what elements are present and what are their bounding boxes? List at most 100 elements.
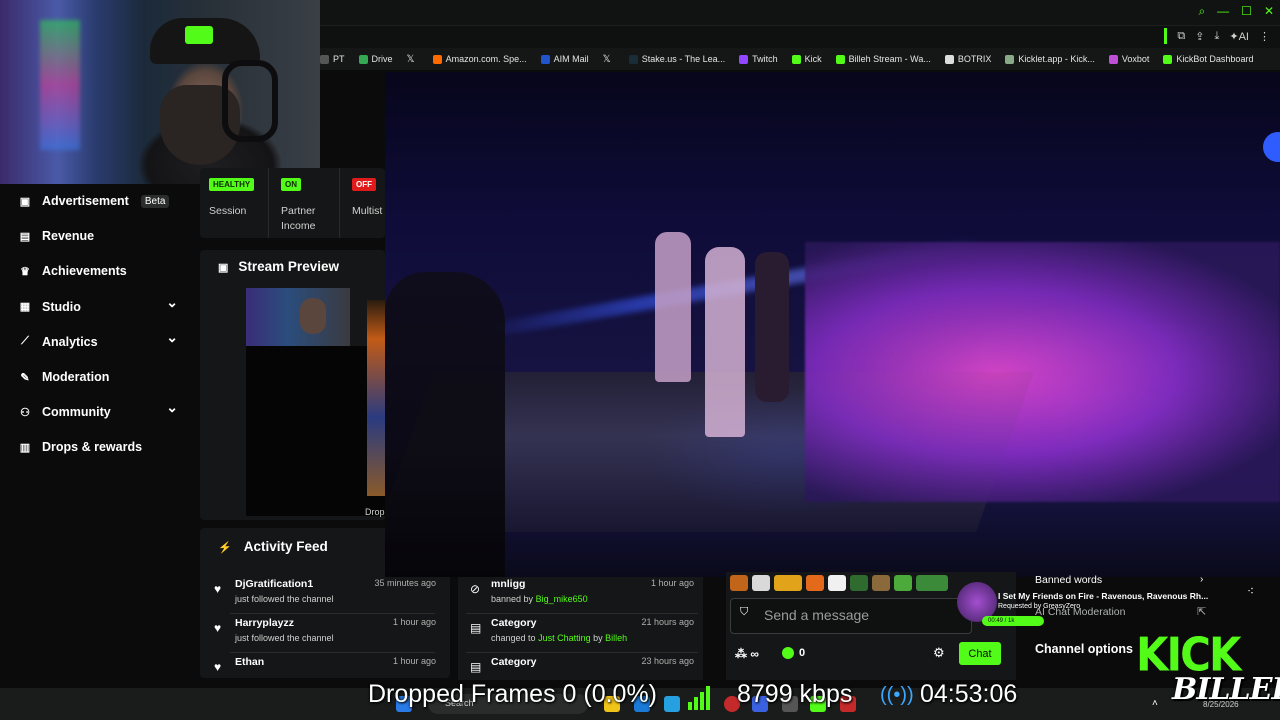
chevron-down-icon[interactable]: ⌄ [166, 294, 178, 311]
close-icon[interactable]: ✕ [1264, 4, 1274, 19]
webcam-cap-logo [185, 26, 213, 44]
activity-feed-header: ⚡ Activity Feed [218, 539, 328, 554]
feed-divider [230, 613, 435, 614]
bookmark-favicon-icon [1163, 54, 1173, 64]
gear-icon[interactable]: ⚙ [933, 645, 945, 661]
emote[interactable] [828, 575, 846, 591]
mod-prefix: banned by [491, 594, 534, 604]
emote[interactable] [774, 575, 802, 591]
signal-bar [706, 686, 710, 710]
bookmark-item[interactable]: Amazon.com. Spe... [432, 54, 527, 64]
banned-words-link[interactable]: Banned words [1035, 574, 1102, 586]
bookmark-label: KickBot Dashboard [1176, 54, 1254, 64]
bookmark-favicon-icon [944, 54, 954, 64]
emote[interactable] [872, 575, 890, 591]
emote-bar [730, 575, 975, 593]
bookmark-item[interactable]: Kick [791, 54, 822, 64]
window-controls: ⌕ — ☐ ✕ [1198, 4, 1274, 19]
menu-icon[interactable]: ⋮ [1259, 30, 1270, 43]
moderation-feed-item[interactable]: ⊘ mnligg banned by Big_mike650 1 hour ago [466, 578, 698, 614]
bookmark-item[interactable]: KickBot Dashboard [1163, 54, 1253, 64]
download-icon[interactable]: ⤓ [1215, 30, 1220, 43]
mod-actor[interactable]: Billeh [605, 633, 627, 643]
bookmark-label: Kick [804, 54, 822, 64]
bookmark-item[interactable]: Twitch [739, 54, 778, 64]
maximize-icon[interactable]: ☐ [1241, 4, 1252, 19]
extensions-icon[interactable]: ⧉ [1177, 30, 1185, 43]
bookmark-favicon-icon [432, 54, 442, 64]
sidebar-item-studio[interactable]: ▦ Studio ⌄ [18, 294, 178, 314]
sidebar-item-moderation[interactable]: ✎ Moderation [18, 370, 178, 384]
webcam-led-light [40, 20, 80, 150]
signal-strength-icon [688, 684, 710, 710]
bookmark-item[interactable]: PT [320, 54, 345, 64]
bookmark-item[interactable]: Kicklet.app - Kick... [1005, 54, 1095, 64]
ai-chat-moderation-link[interactable]: AI Chat Moderation [1035, 606, 1125, 618]
bookmark-item[interactable]: AIM Mail [540, 54, 589, 64]
activity-action: just followed the channel [235, 633, 334, 643]
beta-badge: Beta [140, 194, 170, 208]
search-icon[interactable]: ⌕ [1198, 4, 1205, 19]
x-icon: 𝕏 [602, 53, 611, 65]
bookmark-item[interactable]: Drive [358, 54, 393, 64]
stream-preview-thumbnail[interactable] [246, 288, 350, 346]
activity-feed-item[interactable]: ♥ Harryplayzz just followed the channel 1 h… [210, 617, 440, 653]
sidebar-item-achievements[interactable]: ♛ Achievements [18, 264, 178, 278]
bookmark-label: Amazon.com. Spe... [445, 54, 527, 64]
bookmark-item[interactable]: Billeh Stream - Wa... [835, 54, 931, 64]
sidebar-item-community[interactable]: ⚇ Community ⌄ [18, 399, 178, 419]
slow-mode-indicator[interactable]: ⁂ ∞ [735, 647, 759, 661]
minimize-icon[interactable]: — [1217, 4, 1229, 19]
webcam-overlay [0, 0, 320, 184]
share-icon[interactable]: ⁖ [1247, 584, 1254, 598]
chat-send-button[interactable]: Chat [959, 642, 1001, 665]
bookmark-item[interactable]: 𝕏 [407, 54, 419, 65]
sidebar-item-drops-rewards[interactable]: ▥ Drops & rewards [18, 440, 178, 454]
bookmark-label: Kicklet.app - Kick... [1018, 54, 1095, 64]
chevron-right-icon[interactable]: › [1200, 574, 1203, 585]
bookmark-item[interactable]: BOTRIX [944, 54, 991, 64]
stat-divider [339, 168, 340, 238]
app-icon[interactable] [664, 696, 680, 712]
tray-expand-icon[interactable]: ˄ [1152, 698, 1158, 709]
activity-time: 1 hour ago [392, 656, 436, 666]
activity-feed-title: Activity Feed [243, 539, 328, 554]
activity-feed-item[interactable]: ♥ DjGratification1 just followed the chann… [210, 578, 440, 614]
sidebar-item-analytics[interactable]: ⟋ Analytics ⌄ [18, 329, 178, 349]
concert-video-overlay[interactable] [385, 72, 1280, 577]
mod-actor[interactable]: Big_mike650 [536, 594, 588, 604]
emote[interactable] [730, 575, 748, 591]
song-title: I Set My Friends on Fire - Ravenous, Rav… [998, 591, 1209, 601]
mod-prefix: changed to [491, 633, 536, 643]
sidebar-item-advertisement[interactable]: ▣ Advertisement Beta [18, 194, 178, 208]
ad-icon: ▣ [19, 195, 31, 208]
billeh-logo: BILLEH [1172, 672, 1280, 707]
studio-icon: ▦ [19, 301, 31, 314]
emote[interactable] [752, 575, 770, 591]
bookmark-item[interactable]: 𝕏 [603, 54, 615, 65]
share-icon[interactable]: ⇪ [1195, 30, 1204, 43]
bookmark-favicon-icon [1005, 54, 1015, 64]
stat-divider [268, 168, 269, 238]
emote[interactable] [806, 575, 824, 591]
chevron-down-icon[interactable]: ⌄ [166, 329, 178, 346]
emote[interactable] [894, 575, 912, 591]
video-blue-light [1263, 132, 1280, 162]
chevron-down-icon[interactable]: ⌄ [166, 399, 178, 416]
bookmark-item[interactable]: Stake.us - The Lea... [628, 54, 726, 64]
sidebar-item-label: Studio [42, 299, 81, 314]
sidebar-item-revenue[interactable]: ▤ Revenue [18, 229, 178, 243]
external-link-icon[interactable]: ⇱ [1197, 605, 1206, 618]
stream-preview-player[interactable] [246, 346, 386, 516]
video-foreground-guitarist [385, 272, 505, 577]
bookmark-item[interactable]: Voxbot [1108, 54, 1149, 64]
activity-user: Harryplayzz [235, 617, 294, 629]
revenue-icon: ▤ [19, 230, 31, 243]
moderation-feed-item[interactable]: ▤ Category changed to Just Chatting by Bil… [466, 617, 698, 653]
emote[interactable] [850, 575, 868, 591]
partner-label-line2: Income [281, 220, 316, 232]
emote[interactable] [916, 575, 948, 591]
ai-button[interactable]: ✦AI [1229, 30, 1249, 43]
bookmark-label: Stake.us - The Lea... [641, 54, 726, 64]
mod-target[interactable]: Just Chatting [538, 633, 591, 643]
